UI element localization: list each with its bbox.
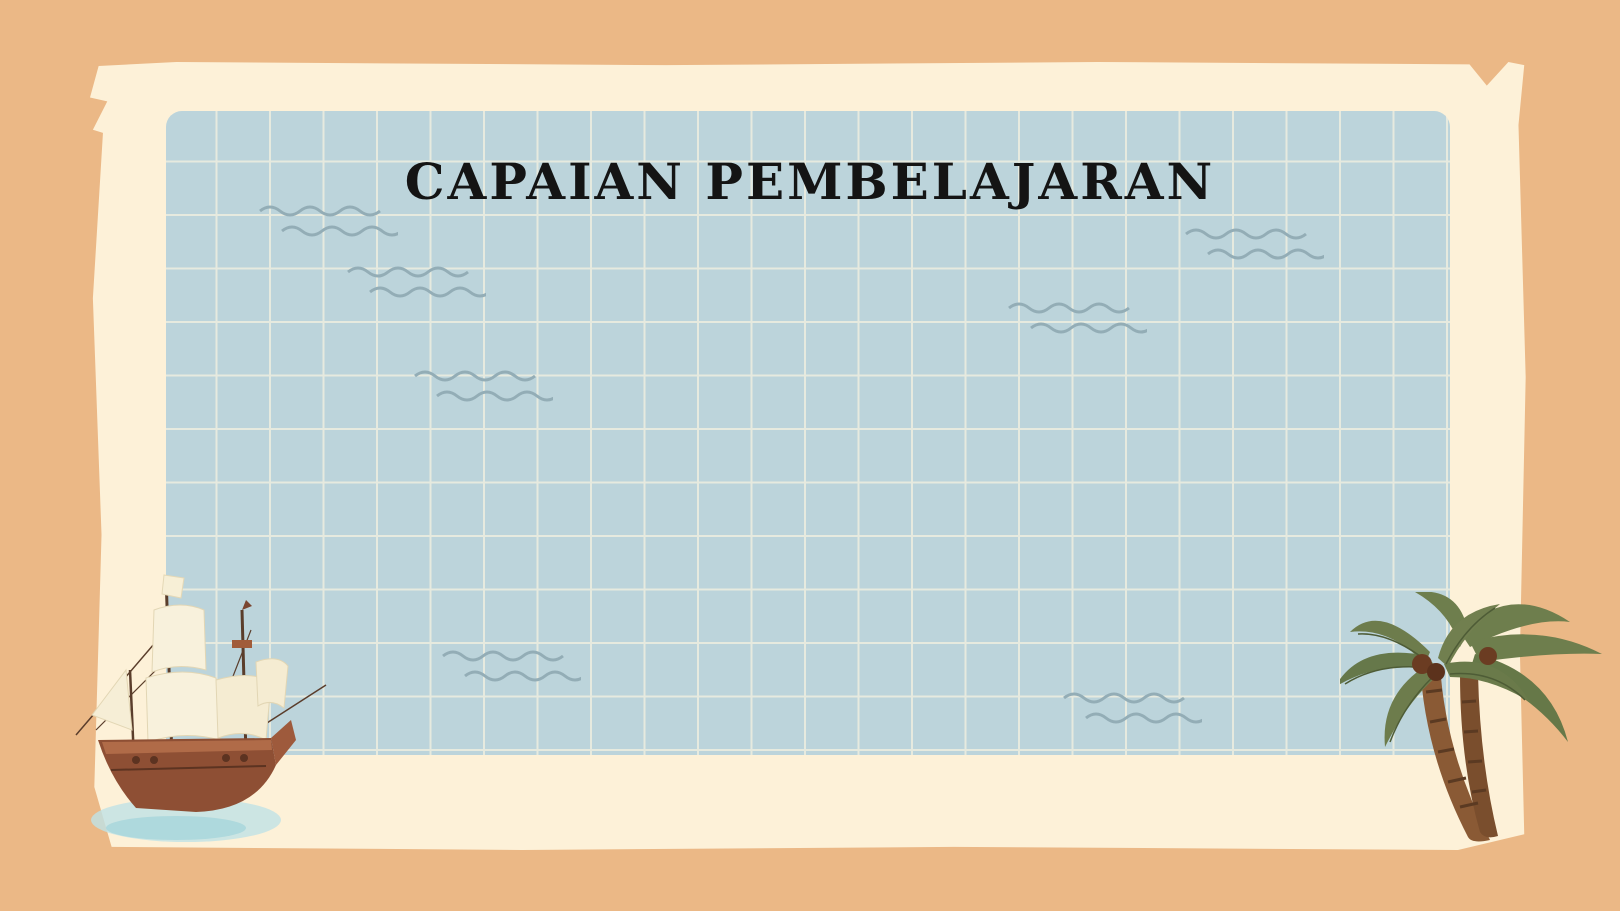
wave-icon <box>259 205 398 237</box>
wave-icon <box>347 266 486 298</box>
wave-icon <box>1185 228 1324 260</box>
wave-icon <box>442 650 581 682</box>
slide: CAPAIAN PEMBELAJARAN <box>0 0 1620 911</box>
wave-icon <box>1008 302 1147 334</box>
wave-icon <box>414 370 553 402</box>
wave-icon <box>1063 692 1202 724</box>
sailing-ship-icon <box>75 574 327 842</box>
palm-tree-icon <box>1340 592 1602 842</box>
slide-title: CAPAIAN PEMBELAJARAN <box>404 152 1216 211</box>
